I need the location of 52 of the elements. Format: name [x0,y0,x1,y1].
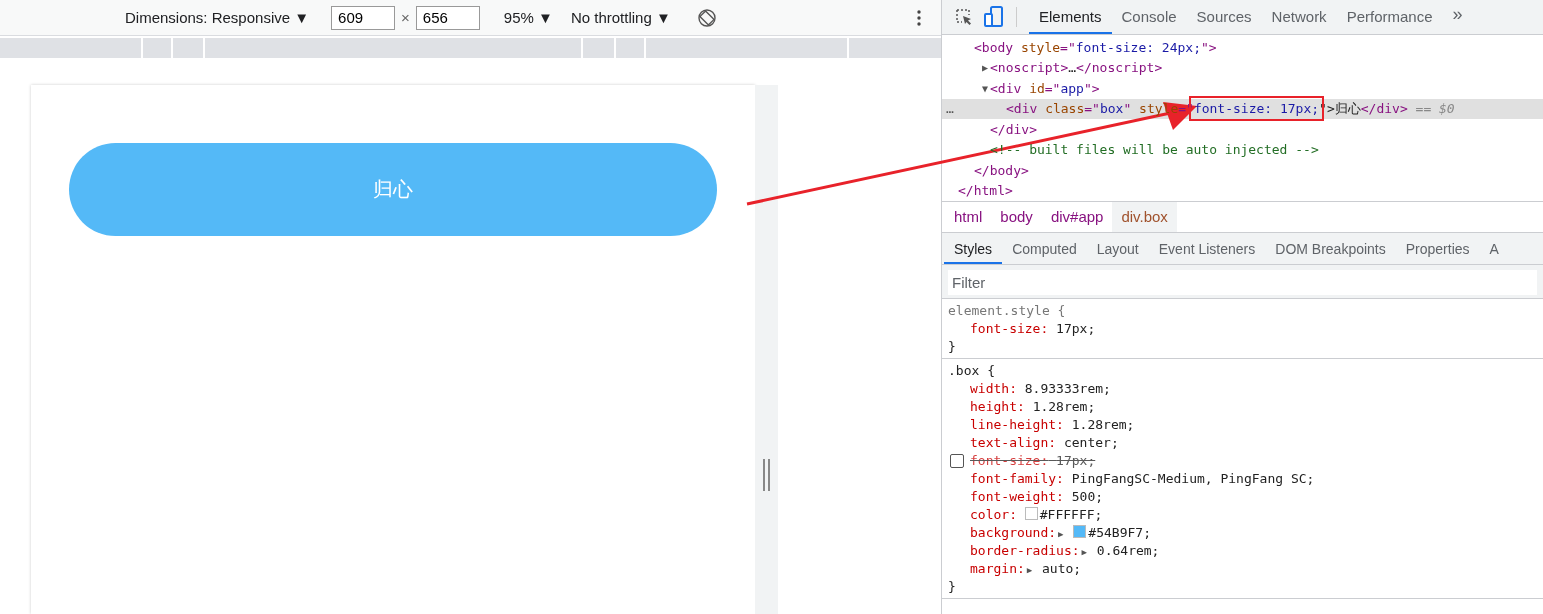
throttling-dropdown[interactable]: No throttling ▼ [570,9,671,26]
devtools-tab[interactable]: Elements [1029,0,1112,34]
more-tabs-button[interactable]: » [1442,0,1473,34]
breadcrumb[interactable]: div#app [1041,202,1113,232]
css-declaration[interactable]: text-align: center; [970,435,1119,450]
width-field[interactable]: 609 [331,5,396,30]
filter-field[interactable]: Filter [948,270,1537,295]
pane-tab[interactable]: Event Listeners [1148,233,1266,264]
expand-toggle[interactable]: ▶ [981,62,988,74]
inspect-icon[interactable] [954,7,974,27]
css-declaration[interactable]: color: #FFFFFF; [970,507,1103,522]
dom-node-line[interactable]: <div id="app"> [990,80,1100,96]
breadcrumb[interactable]: body [991,202,1042,232]
dom-node-line[interactable]: <body style="font-size: 24px;"> [974,39,1217,55]
resize-handle-icon[interactable] [762,459,771,491]
css-declaration[interactable]: width: 8.93333rem; [970,381,1111,396]
css-declaration[interactable]: font-family: PingFangSC-Medium, PingFang SC; [970,471,1315,486]
line-menu-marker[interactable]: … [946,101,954,117]
pane-tab[interactable]: Layout [1086,233,1149,264]
rotate-icon[interactable] [696,7,717,28]
breadcrumb[interactable]: div.box [1112,202,1177,232]
device-toggle-icon[interactable] [984,6,1004,28]
devtools-tab[interactable]: Console [1111,0,1187,34]
dom-node-line[interactable]: </body> [974,162,1029,178]
times-sign: × [401,9,410,26]
pane-tab[interactable]: Computed [1002,233,1087,264]
dimensions-dropdown[interactable]: Dimensions: Responsive ▼ [125,9,310,26]
rule-selector: element.style { [948,302,1067,320]
dom-node-line[interactable]: </div> [990,121,1037,137]
css-declaration[interactable]: margin:▶ auto; [970,561,1082,576]
zoom-dropdown[interactable]: 95% ▼ [503,9,553,26]
css-declaration[interactable]: line-height: 1.28rem; [970,417,1135,432]
breadcrumb[interactable]: html [945,202,992,232]
more-options-icon[interactable] [917,9,921,26]
devtools-tab[interactable]: Network [1261,0,1337,34]
devtools-tab[interactable]: Sources [1186,0,1262,34]
css-declaration[interactable]: font-weight: 500; [970,489,1104,504]
pane-tab[interactable]: DOM Breakpoints [1265,233,1396,264]
pane-tab[interactable]: Properties [1395,233,1480,264]
rule-closing-brace: } [948,578,957,596]
dom-node-line[interactable]: </html> [958,183,1013,199]
css-declaration[interactable]: height: 1.28rem; [970,399,1096,414]
css-declaration[interactable]: border-radius:▶ 0.64rem; [970,543,1160,558]
expand-toggle[interactable]: ▼ [981,82,988,94]
pane-tab[interactable]: A [1479,233,1509,264]
css-declaration[interactable]: font-size: 17px; [970,321,1096,336]
height-field[interactable]: 656 [415,5,480,30]
devtools-tab[interactable]: Performance [1336,0,1443,34]
dom-node-line[interactable]: <noscript>…</noscript> [990,60,1163,76]
rule-selector: .box { [948,362,996,380]
css-declaration[interactable]: background:▶ #54B9F7; [970,525,1151,540]
rule-closing-brace: } [948,338,957,356]
